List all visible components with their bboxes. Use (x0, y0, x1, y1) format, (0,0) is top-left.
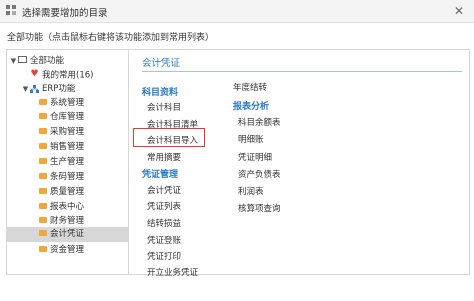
function-item[interactable]: 凭证列表 (147, 200, 181, 212)
tree-node-all-functions[interactable]: ▼ 全部功能 (9, 54, 64, 68)
tree-item-module[interactable]: 条码管理 (39, 170, 84, 184)
tree-node-erp[interactable]: ▼ ERP功能 (21, 82, 76, 96)
category-title: 科目资料 (142, 88, 179, 98)
function-item[interactable]: 年度结转 (233, 81, 267, 93)
function-item[interactable]: 凭证明细 (238, 151, 272, 163)
selection-panel: ▼ 全部功能 ♥ 我的常用(16) ▼ ERP功能 系统管理 仓库管理 采购管理 销售… (6, 49, 470, 278)
expand-arrow-icon[interactable]: ▼ (9, 54, 18, 68)
tree-item-module[interactable]: 财务管理 (39, 214, 84, 228)
tree-node-favorites[interactable]: ♥ 我的常用(16) (21, 68, 93, 82)
function-item[interactable]: 开立业务凭证 (147, 266, 198, 278)
close-icon[interactable]: ✕ (452, 4, 466, 18)
function-item[interactable]: 常用摘要 (147, 151, 181, 163)
folder-icon (39, 98, 47, 105)
function-item[interactable]: 明细账 (238, 133, 264, 145)
function-item[interactable]: 科目余额表 (238, 116, 281, 128)
window-icon (6, 5, 17, 16)
function-tree: ▼ 全部功能 ♥ 我的常用(16) ▼ ERP功能 系统管理 仓库管理 采购管理 销售… (7, 50, 129, 274)
function-item[interactable]: 凭证打印 (147, 250, 181, 262)
function-item[interactable]: 资产负债表 (238, 168, 281, 180)
folder-icon (39, 127, 47, 134)
folder-icon (39, 202, 47, 209)
folder-icon (39, 216, 47, 223)
instruction-hint: 全部功能（点击鼠标右键将该功能添加到常用列表） (7, 33, 215, 43)
monitor-icon (18, 56, 27, 63)
tree-item-module[interactable]: 资金管理 (39, 243, 84, 257)
tree-item-module[interactable]: 质量管理 (39, 185, 84, 199)
function-item[interactable]: 结转损益 (147, 217, 181, 229)
folder-icon (39, 157, 47, 164)
tree-item-module-selected[interactable]: 会计凭证 (7, 227, 128, 242)
tree-item-module[interactable]: 报表中心 (39, 200, 84, 214)
expand-arrow-icon[interactable]: ▼ (21, 82, 30, 96)
function-item[interactable]: 会计凭证 (147, 184, 181, 196)
org-chart-icon (30, 84, 39, 93)
tree-item-module[interactable]: 销售管理 (39, 140, 84, 154)
function-item[interactable]: 会计科目 (147, 101, 181, 113)
folder-icon (39, 187, 47, 194)
folder-icon (39, 142, 47, 149)
folder-icon (39, 229, 47, 236)
folder-icon (39, 172, 47, 179)
category-title: 报表分析 (233, 102, 270, 112)
highlight-box (133, 128, 205, 147)
heart-icon: ♥ (30, 69, 39, 79)
function-item[interactable]: 核算项查询 (238, 202, 281, 214)
tree-item-module[interactable]: 系统管理 (39, 96, 84, 110)
folder-icon (39, 245, 47, 252)
section-title: 会计凭证 (142, 58, 181, 69)
function-content: 会计凭证 科目资料 会计科目 会计科目清单 会计科目导入 常用摘要 凭证管理 会… (129, 50, 469, 278)
function-item[interactable]: 利润表 (238, 185, 264, 197)
function-item[interactable]: 凭证登账 (147, 234, 181, 246)
tree-item-module[interactable]: 采购管理 (39, 125, 84, 139)
title-bar: 选择需要增加的目录 ✕ (0, 0, 474, 23)
tree-item-module[interactable]: 仓库管理 (39, 110, 84, 124)
section-divider (142, 71, 462, 72)
category-title: 凭证管理 (142, 170, 179, 180)
folder-icon (39, 112, 47, 119)
window-title: 选择需要增加的目录 (22, 8, 108, 19)
tree-item-module[interactable]: 生产管理 (39, 155, 84, 169)
